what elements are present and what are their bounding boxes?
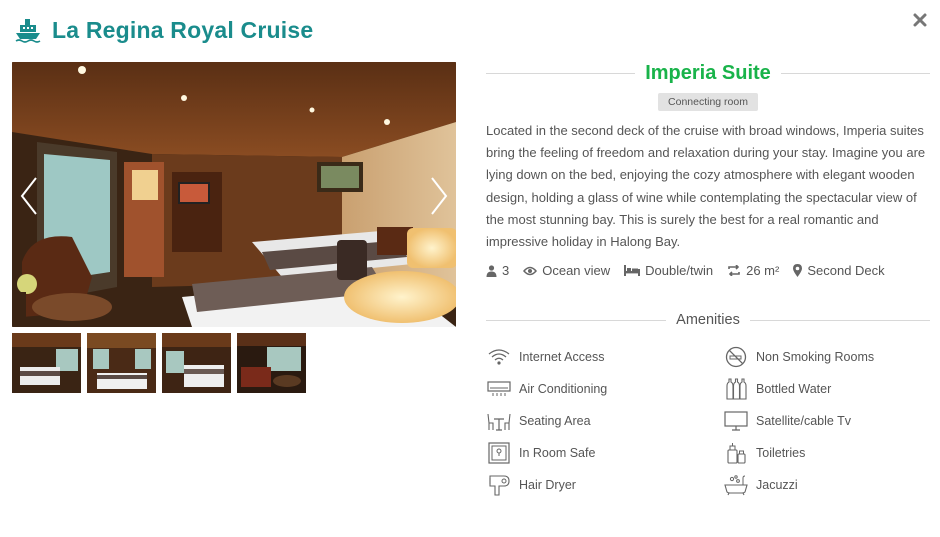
spec-deck: Second Deck (793, 263, 885, 279)
amenity-in-room-safe: In Room Safe (486, 442, 723, 464)
safe-icon (486, 442, 512, 464)
room-title: Imperia Suite (645, 61, 771, 84)
spec-size: 26 m² (727, 263, 779, 278)
divider (749, 319, 931, 321)
amenity-non-smoking-rooms: Non Smoking Rooms (723, 346, 930, 368)
room-type-badge: Connecting room (658, 93, 758, 111)
main-room-photo (12, 62, 456, 327)
modal-header: La Regina Royal Cruise (14, 14, 313, 46)
hair-dryer-icon (486, 474, 512, 496)
spec-view: Ocean view (523, 263, 610, 278)
amenities-title: Amenities (676, 312, 740, 329)
amenity-label: Air Conditioning (519, 382, 608, 397)
thumbnail-3[interactable] (162, 333, 231, 393)
thumbnail-4[interactable] (237, 333, 306, 393)
user-icon (486, 265, 497, 277)
eye-icon (523, 266, 538, 275)
amenity-label: Bottled Water (756, 382, 832, 397)
amenity-label: Jacuzzi (756, 478, 798, 493)
room-title-row: Imperia Suite (486, 60, 931, 86)
wifi-icon (486, 346, 512, 368)
amenity-satellite-tv: Satellite/cable Tv (723, 410, 930, 432)
spec-bed: Double/twin (624, 263, 713, 278)
thumbnail-2[interactable] (87, 333, 156, 393)
amenity-label: Non Smoking Rooms (756, 350, 875, 365)
seating-icon (486, 410, 512, 432)
amenity-label: In Room Safe (519, 446, 596, 461)
spec-size-value: 26 m² (746, 263, 780, 279)
thumbnail-strip (12, 333, 456, 393)
room-detail-panel: Imperia Suite Connecting room Located in… (486, 60, 931, 496)
spec-view-value: Ocean view (542, 263, 611, 279)
photo-gallery (12, 62, 456, 393)
tv-icon (723, 410, 749, 432)
amenity-bottled-water: Bottled Water (723, 378, 930, 400)
amenity-internet-access: Internet Access (486, 346, 723, 368)
spec-deck-value: Second Deck (807, 263, 885, 279)
bed-icon (624, 265, 641, 277)
next-photo-arrow[interactable] (426, 174, 452, 218)
ship-icon (14, 16, 42, 44)
divider (780, 72, 931, 74)
amenity-label: Satellite/cable Tv (756, 414, 851, 429)
divider (486, 72, 636, 74)
no-smoking-icon (723, 346, 749, 368)
amenity-hair-dryer: Hair Dryer (486, 474, 723, 496)
spec-bed-value: Double/twin (645, 263, 714, 279)
previous-photo-arrow[interactable] (16, 174, 42, 218)
amenity-air-conditioning: Air Conditioning (486, 378, 723, 400)
thumbnail-1[interactable] (12, 333, 81, 393)
amenities-title-row: Amenities (486, 310, 931, 330)
air-conditioner-icon (486, 378, 512, 400)
close-icon[interactable] (910, 10, 930, 30)
room-description: Located in the second deck of the cruise… (486, 123, 926, 250)
amenity-label: Hair Dryer (519, 478, 576, 493)
resize-icon (728, 265, 740, 277)
amenities-list: Internet Access Non Smoking Rooms Air Co… (486, 346, 930, 496)
toiletries-icon (723, 442, 749, 464)
amenity-label: Internet Access (519, 350, 605, 365)
room-specs: 3 Ocean view Double/twin 26 m² Second De… (486, 263, 930, 278)
spec-guests-value: 3 (502, 263, 510, 279)
divider (486, 319, 667, 321)
amenity-jacuzzi: Jacuzzi (723, 474, 930, 496)
spec-guests: 3 (486, 263, 509, 278)
amenity-seating-area: Seating Area (486, 410, 723, 432)
amenity-toiletries: Toiletries (723, 442, 930, 464)
jacuzzi-icon (723, 474, 749, 496)
amenity-label: Seating Area (519, 414, 591, 429)
amenity-label: Toiletries (756, 446, 806, 461)
bottles-icon (723, 378, 749, 400)
cruise-title: La Regina Royal Cruise (52, 16, 314, 43)
map-marker-icon (793, 264, 803, 278)
